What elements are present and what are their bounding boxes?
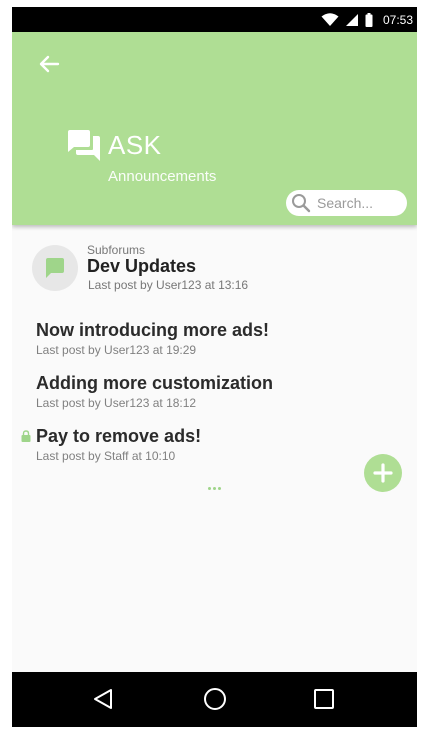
more-horizontal-icon [208,487,211,490]
thread-item[interactable]: Adding more customization Last post by U… [36,373,376,413]
wifi-icon [321,12,339,26]
triangle-back-icon [94,689,112,709]
app-screen: 07:53 ASK Announcements Search... Subfor… [12,7,417,727]
chat-bubble-icon [46,258,64,278]
forum-header: ASK Announcements [12,32,417,225]
more-horizontal-icon [213,487,216,490]
status-time: 07:53 [382,12,413,27]
status-icons: 07:53 [321,7,413,32]
thread-title: Adding more customization [36,373,274,393]
battery-icon [365,12,373,27]
load-more-button[interactable] [208,487,221,490]
square-recents-icon [314,689,334,709]
search-input[interactable] [315,194,403,212]
subforum-section-label: Subforums [87,243,146,257]
plus-icon [373,463,393,483]
new-thread-button[interactable] [364,454,402,492]
more-horizontal-icon [218,487,221,490]
subforum-item[interactable]: Subforums Dev Updates Last post by User1… [32,243,392,295]
forum-chat-icon [68,130,100,161]
circle-home-icon [204,688,226,710]
nav-home-button[interactable] [200,684,230,714]
back-button[interactable] [34,49,64,79]
search-box[interactable] [286,190,407,216]
status-bar: 07:53 [12,7,417,32]
thread-last-post: Last post by User123 at 18:12 [36,396,197,410]
thread-last-post: Last post by User123 at 19:29 [36,343,197,357]
subforum-avatar [32,245,78,291]
nav-recents-button[interactable] [309,684,339,714]
thread-item[interactable]: Now introducing more ads! Last post by U… [36,320,376,360]
forum-subtitle: Announcements [108,168,217,185]
system-nav-bar [12,672,417,727]
forum-title: ASK [108,130,162,160]
thread-last-post: Last post by Staff at 10:10 [36,449,176,463]
thread-title: Now introducing more ads! [36,320,270,340]
search-icon [292,194,311,213]
thread-title: Pay to remove ads! [36,426,202,446]
nav-back-button[interactable] [88,684,118,714]
signal-icon [345,13,358,26]
lock-icon [21,430,31,442]
subforum-last-post: Last post by User123 at 13:16 [88,278,249,292]
thread-item[interactable]: Pay to remove ads! Last post by Staff at… [21,426,376,466]
arrow-back-icon [39,55,60,73]
subforum-name: Dev Updates [87,256,197,276]
